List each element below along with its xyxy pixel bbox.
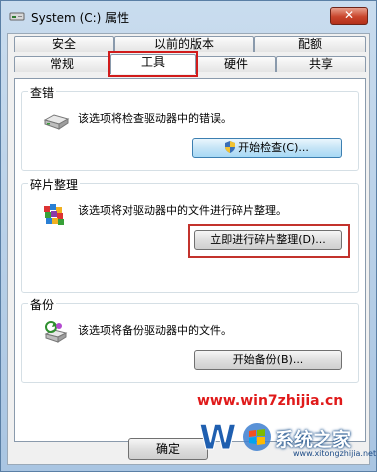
drive-icon — [9, 12, 25, 21]
defrag-icon — [44, 204, 64, 225]
group-title: 碎片整理 — [28, 176, 81, 193]
defrag-group: 碎片整理 该选项将对驱动器中的文件进行碎片整理。 立即进行碎片整理(D)... — [21, 176, 359, 293]
backup-group: 备份 该选项将备份驱动器中的文件。 开始备份(B)... — [21, 296, 359, 383]
watermark-brand: 系统之家 — [275, 429, 352, 451]
close-button[interactable]: ✕ — [330, 7, 368, 25]
watermark-logo: W 系统之家 www.xitongzhijia.net — [197, 411, 377, 463]
title-bar[interactable]: System (C:) 属性 ✕ — [1, 1, 376, 31]
tools-panel: 查错 该选项将检查驱动器中的错误。 开始检查(C)... 碎片整理 该选项将对驱… — [14, 78, 366, 442]
group-title: 查错 — [28, 84, 57, 101]
backup-icon — [44, 321, 68, 343]
defrag-button-highlight — [188, 224, 350, 258]
tab-previous-versions[interactable]: 以前的版本 — [114, 36, 254, 52]
error-check-group: 查错 该选项将检查驱动器中的错误。 开始检查(C)... — [21, 84, 359, 171]
tools-tab-highlight — [108, 51, 198, 77]
tab-hardware[interactable]: 硬件 — [196, 56, 276, 72]
hard-drive-icon — [43, 114, 70, 130]
group-description: 该选项将备份驱动器中的文件。 — [78, 324, 232, 337]
group-description: 该选项将对驱动器中的文件进行碎片整理。 — [78, 204, 287, 217]
watermark-url: www.win7zhijia.cn — [197, 393, 344, 409]
watermark-subtext: www.xitongzhijia.net — [293, 449, 377, 458]
svg-text:W: W — [199, 418, 237, 458]
tab-sharing[interactable]: 共享 — [276, 56, 366, 72]
ok-button[interactable]: 确定 — [128, 438, 208, 460]
group-title: 备份 — [28, 296, 57, 313]
windows-logo-icon: W — [199, 418, 271, 459]
tab-security[interactable]: 安全 — [14, 36, 114, 52]
start-backup-button[interactable]: 开始备份(B)... — [194, 350, 342, 370]
properties-window: System (C:) 属性 ✕ 安全 以前的版本 配额 常规 工具 硬件 共享… — [0, 0, 377, 472]
group-description: 该选项将检查驱动器中的错误。 — [78, 112, 232, 125]
tab-general[interactable]: 常规 — [14, 56, 110, 72]
window-title: System (C:) 属性 — [31, 11, 130, 25]
uac-shield-icon — [225, 141, 236, 153]
start-check-label: 开始检查(C)... — [238, 141, 309, 154]
tab-quota[interactable]: 配额 — [254, 36, 366, 52]
start-check-button[interactable]: 开始检查(C)... — [192, 138, 342, 158]
